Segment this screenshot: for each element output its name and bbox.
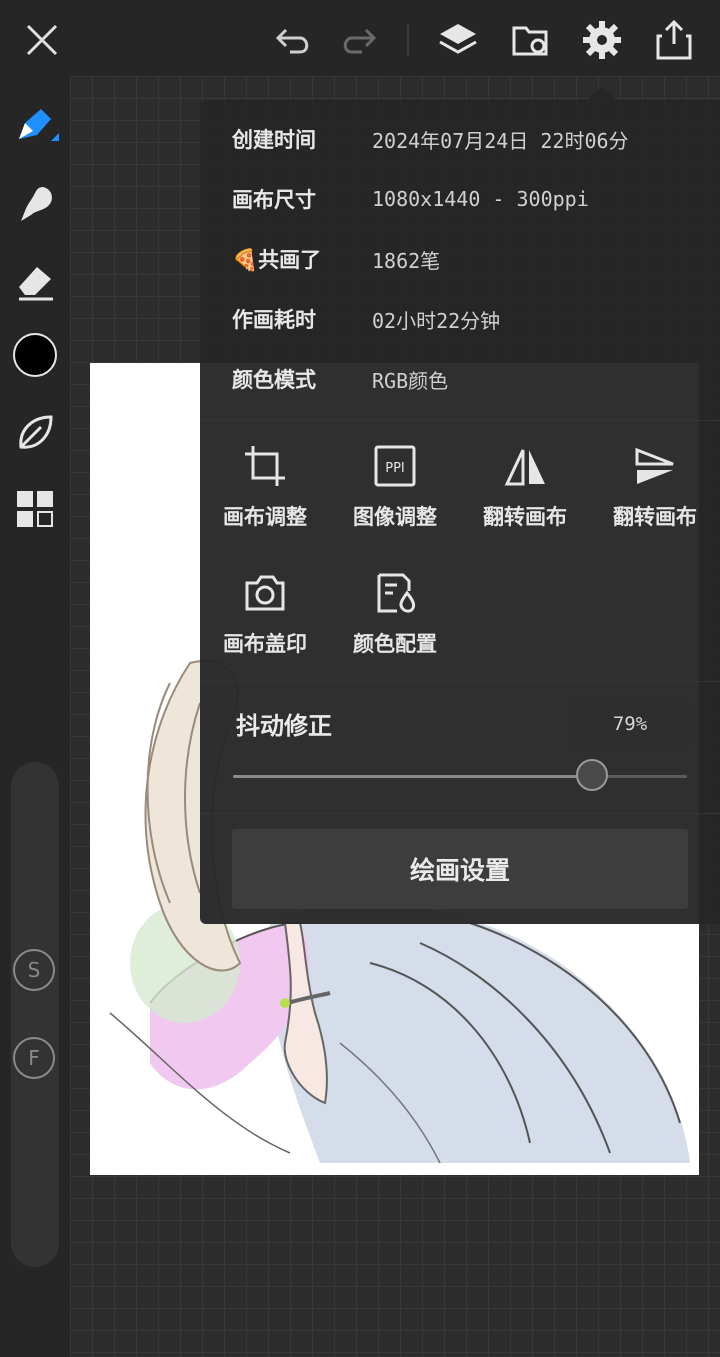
undo-icon[interactable] — [268, 14, 320, 66]
jitter-slider-track[interactable] — [233, 775, 687, 778]
f-button[interactable]: F — [13, 1037, 55, 1079]
flip-horizontal-icon — [500, 441, 550, 491]
flip-horizontal-button[interactable]: 翻转画布 — [460, 441, 590, 561]
panel-pointer — [588, 86, 616, 100]
color-profile-icon — [370, 568, 420, 618]
svg-text:PPI: PPI — [385, 461, 405, 476]
camera-icon — [240, 568, 290, 618]
pen-icon[interactable] — [10, 100, 60, 150]
layers-icon[interactable] — [432, 14, 484, 66]
image-adjust-button[interactable]: PPI 图像调整 — [330, 441, 460, 561]
gear-icon[interactable] — [576, 14, 628, 66]
redo-icon[interactable] — [332, 14, 384, 66]
ppi-icon: PPI — [370, 441, 420, 491]
jitter-slider-fill — [233, 775, 592, 778]
divider — [200, 681, 720, 682]
jitter-value-field[interactable]: 79% — [568, 700, 692, 748]
flip-vertical-icon — [630, 441, 680, 491]
brush-size-slider[interactable] — [11, 762, 59, 1267]
smudge-icon[interactable] — [10, 178, 60, 228]
share-icon[interactable] — [648, 14, 700, 66]
color-swatch[interactable] — [10, 330, 60, 380]
jitter-slider-thumb[interactable] — [575, 759, 608, 791]
flip-vertical-button[interactable]: 翻转画布 — [590, 441, 720, 561]
crop-icon — [240, 441, 290, 491]
left-toolbar: S F — [0, 76, 70, 1357]
divider — [200, 813, 720, 814]
toolbar-separator — [407, 24, 409, 56]
color-profile-button[interactable]: 颜色配置 — [330, 568, 460, 688]
painting-settings-button[interactable]: 绘画设置 — [232, 829, 688, 909]
jitter-label: 抖动修正 — [236, 712, 332, 740]
divider — [200, 420, 720, 421]
close-icon[interactable] — [16, 14, 68, 66]
leaf-icon[interactable] — [10, 408, 60, 458]
folder-icon[interactable] — [504, 14, 556, 66]
canvas-stamp-button[interactable]: 画布盖印 — [200, 568, 330, 688]
s-button[interactable]: S — [13, 949, 55, 991]
canvas-adjust-button[interactable]: 画布调整 — [200, 441, 330, 561]
grid-icon[interactable] — [10, 484, 60, 534]
eraser-icon[interactable] — [10, 256, 60, 306]
top-toolbar — [0, 0, 720, 76]
